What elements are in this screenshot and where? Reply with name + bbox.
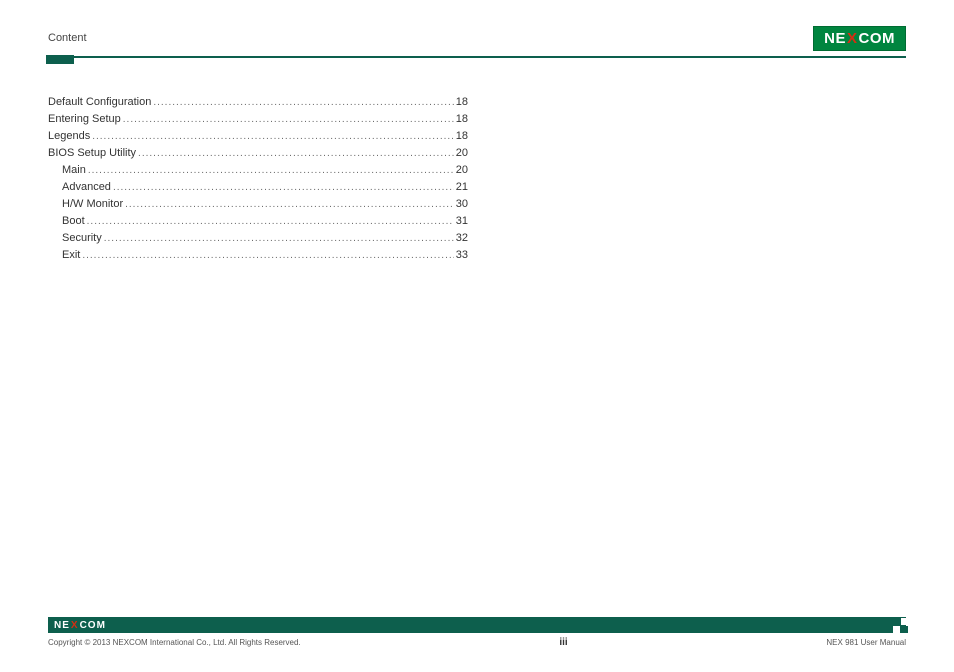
toc-label: Boot bbox=[62, 213, 85, 230]
toc-row[interactable]: Main 20 bbox=[48, 162, 468, 179]
toc-leader-dots bbox=[92, 128, 454, 145]
toc-label: Main bbox=[62, 162, 86, 179]
page-root: Content NEXCOM Default Configuration18En… bbox=[0, 0, 954, 672]
logo-text-post: COM bbox=[859, 30, 896, 47]
grid-icon bbox=[893, 618, 908, 633]
toc-page-number: 31 bbox=[456, 213, 468, 230]
header-accent-chip bbox=[46, 55, 74, 64]
toc-label: H/W Monitor bbox=[62, 196, 123, 213]
toc-leader-dots bbox=[88, 162, 454, 179]
toc-leader-dots bbox=[138, 145, 454, 162]
page-header: Content NEXCOM bbox=[48, 26, 906, 50]
toc-row[interactable]: Exit 33 bbox=[48, 247, 468, 264]
toc-row[interactable]: BIOS Setup Utility 20 bbox=[48, 145, 468, 162]
toc-row[interactable]: Default Configuration 18 bbox=[48, 94, 468, 111]
toc-leader-dots bbox=[87, 213, 454, 230]
toc-leader-dots bbox=[82, 247, 453, 264]
toc-page-number: 21 bbox=[456, 179, 468, 196]
footer-logo-x: X bbox=[71, 620, 79, 631]
footer-ornament bbox=[889, 617, 908, 633]
toc-label: Default Configuration bbox=[48, 94, 151, 111]
footer-band: NEXCOM bbox=[48, 617, 906, 633]
footer-logo-pre: NE bbox=[54, 620, 70, 631]
doc-title: NEX 981 User Manual bbox=[826, 638, 906, 647]
toc-label: Security bbox=[62, 230, 102, 247]
toc-leader-dots bbox=[123, 111, 454, 128]
page-number: iii bbox=[559, 637, 567, 648]
toc-page-number: 20 bbox=[456, 145, 468, 162]
toc-page-number: 18 bbox=[456, 94, 468, 111]
toc-row[interactable]: Advanced 21 bbox=[48, 179, 468, 196]
toc-row[interactable]: Boot 31 bbox=[48, 213, 468, 230]
logo-text-x: X bbox=[847, 30, 858, 47]
page-footer: NEXCOM Copyright © 2013 NEXCOM Internati… bbox=[48, 617, 906, 648]
toc-page-number: 30 bbox=[456, 196, 468, 213]
toc-page-number: 20 bbox=[456, 162, 468, 179]
toc-page-number: 18 bbox=[456, 128, 468, 145]
toc-row[interactable]: Entering Setup 18 bbox=[48, 111, 468, 128]
logo-text-pre: NE bbox=[824, 30, 846, 47]
toc-label: Advanced bbox=[62, 179, 111, 196]
toc-leader-dots bbox=[104, 230, 454, 247]
toc-row[interactable]: Legends 18 bbox=[48, 128, 468, 145]
toc-page-number: 33 bbox=[456, 247, 468, 264]
toc-label: Exit bbox=[62, 247, 80, 264]
toc-label: BIOS Setup Utility bbox=[48, 145, 136, 162]
toc-page-number: 18 bbox=[456, 111, 468, 128]
brand-logo-box: NEXCOM bbox=[813, 26, 906, 51]
copyright-text: Copyright © 2013 NEXCOM International Co… bbox=[48, 638, 301, 647]
toc-leader-dots bbox=[125, 196, 454, 213]
toc-container: Default Configuration18Entering Setup18L… bbox=[48, 58, 468, 264]
toc-row[interactable]: Security 32 bbox=[48, 230, 468, 247]
toc-row[interactable]: H/W Monitor 30 bbox=[48, 196, 468, 213]
section-label: Content bbox=[48, 32, 87, 44]
brand-logo: NEXCOM bbox=[813, 26, 906, 51]
toc-label: Entering Setup bbox=[48, 111, 121, 128]
toc-leader-dots bbox=[113, 179, 454, 196]
footer-meta-row: Copyright © 2013 NEXCOM International Co… bbox=[48, 633, 906, 648]
toc-label: Legends bbox=[48, 128, 90, 145]
header-divider bbox=[48, 56, 906, 58]
footer-logo: NEXCOM bbox=[54, 620, 106, 631]
footer-logo-post: COM bbox=[80, 620, 106, 631]
toc-leader-dots bbox=[153, 94, 453, 111]
toc-page-number: 32 bbox=[456, 230, 468, 247]
